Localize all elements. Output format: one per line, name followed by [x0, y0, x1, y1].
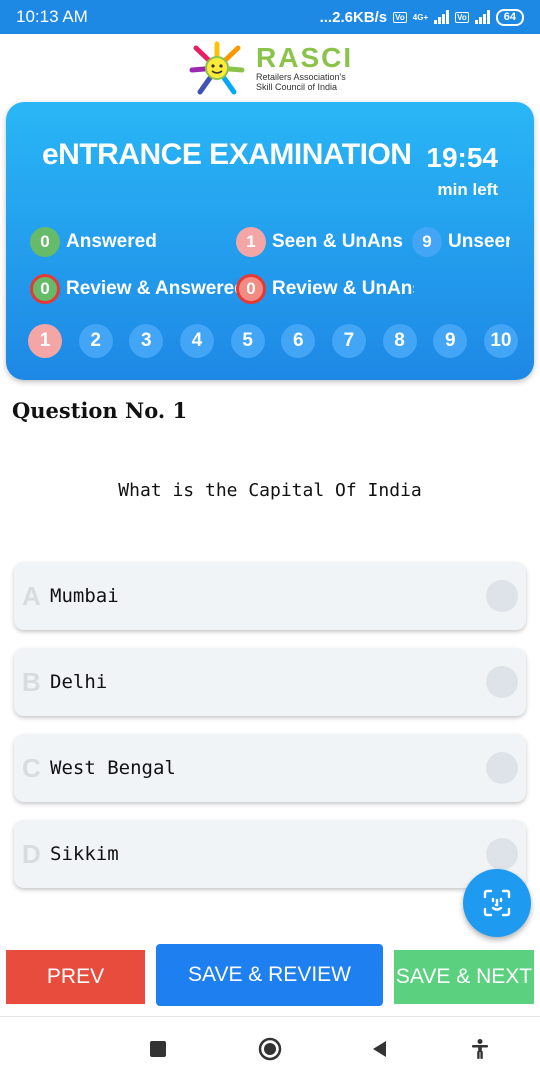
- home-circle-icon: [258, 1037, 282, 1061]
- unseen-count-badge: 9: [412, 227, 442, 257]
- option-a-radio[interactable]: [486, 580, 518, 612]
- review-answered-count-badge: 0: [30, 274, 60, 304]
- question-nav-1[interactable]: 1: [28, 324, 62, 358]
- exam-status-card: eNTRANCE EXAMINATION 19:54 min left 0 An…: [6, 102, 534, 380]
- question-nav-9[interactable]: 9: [433, 324, 468, 358]
- rasci-logo: RASCI Retailers Association's Skill Coun…: [184, 38, 364, 98]
- option-d-radio[interactable]: [486, 838, 518, 870]
- face-scan-icon: [483, 889, 511, 917]
- accessibility-icon: [472, 1039, 488, 1059]
- stat-answered: 0 Answered: [30, 227, 220, 257]
- option-a-letter: A: [22, 580, 41, 611]
- option-c-label: West Bengal: [50, 757, 176, 779]
- review-unans-count-badge: 0: [236, 274, 266, 304]
- volte-icon-2: Vo: [455, 11, 469, 23]
- option-c[interactable]: C West Bengal: [14, 734, 526, 802]
- accessibility-button[interactable]: [468, 1037, 492, 1061]
- answered-count-badge: 0: [30, 227, 60, 257]
- option-c-letter: C: [22, 752, 41, 783]
- logo-name: RASCI: [256, 42, 354, 73]
- stat-seen-unans: 1 Seen & UnAns: [236, 227, 406, 257]
- question-navigator: 1 2 3 4 5 6 7 8 9 10: [28, 324, 518, 358]
- face-scan-button[interactable]: [463, 869, 531, 937]
- question-nav-7[interactable]: 7: [331, 324, 366, 358]
- home-button[interactable]: [258, 1037, 282, 1061]
- logo-line1: Retailers Association's: [256, 72, 346, 82]
- signal-icon-2: [474, 10, 490, 24]
- question-number-title: Question No. 1: [12, 398, 188, 423]
- answered-label: Answered: [66, 231, 157, 252]
- prev-button[interactable]: PREV: [6, 950, 145, 1004]
- option-d-label: Sikkim: [50, 843, 119, 865]
- question-nav-2[interactable]: 2: [78, 324, 113, 358]
- option-a[interactable]: A Mumbai: [14, 562, 526, 630]
- timer: 19:54: [426, 142, 498, 173]
- question-nav-5[interactable]: 5: [230, 324, 265, 358]
- review-unans-label: Review & UnAns: [272, 278, 414, 299]
- back-button[interactable]: [368, 1037, 392, 1061]
- status-icons: ...2.6KB/s Vo 4G+ Vo 64: [319, 8, 524, 26]
- unseen-label: Unseen: [448, 231, 510, 252]
- option-b[interactable]: B Delhi: [14, 648, 526, 716]
- option-d-letter: D: [22, 838, 41, 869]
- back-triangle-icon: [373, 1041, 386, 1057]
- question-nav-3[interactable]: 3: [129, 324, 164, 358]
- option-b-letter: B: [22, 666, 41, 697]
- battery-icon: 64: [495, 8, 524, 26]
- review-answered-label: Review & Answered: [66, 278, 238, 299]
- stat-unseen: 9 Unseen: [412, 227, 510, 257]
- seen-unans-count-badge: 1: [236, 227, 266, 257]
- rasci-logo-mark-icon: [189, 41, 245, 95]
- save-next-button[interactable]: SAVE & NEXT: [394, 950, 534, 1004]
- question-text: What is the Capital Of India: [118, 480, 422, 501]
- option-b-label: Delhi: [50, 671, 108, 693]
- option-d[interactable]: D Sikkim: [14, 820, 526, 888]
- logo-line2: Skill Council of India: [256, 82, 338, 92]
- timer-label: min left: [437, 180, 498, 199]
- option-c-radio[interactable]: [486, 752, 518, 784]
- signal-icon: [434, 10, 450, 24]
- volte-icon: Vo: [393, 11, 407, 23]
- network-type: 4G+: [412, 12, 429, 22]
- status-bar: 10:13 AM ...2.6KB/s Vo 4G+ Vo 64: [0, 0, 540, 34]
- system-nav-bar: [0, 1016, 540, 1080]
- question-nav-8[interactable]: 8: [382, 324, 417, 358]
- status-time: 10:13 AM: [16, 7, 88, 26]
- option-a-label: Mumbai: [50, 585, 119, 607]
- exam-title: eNTRANCE EXAMINATION: [42, 138, 412, 171]
- option-b-radio[interactable]: [486, 666, 518, 698]
- question-nav-4[interactable]: 4: [179, 324, 214, 358]
- save-review-button[interactable]: SAVE & REVIEW: [156, 944, 383, 1006]
- seen-unans-label: Seen & UnAns: [272, 231, 403, 252]
- net-speed: ...2.6KB/s: [319, 8, 388, 26]
- recents-button[interactable]: [146, 1037, 170, 1061]
- question-nav-10[interactable]: 10: [483, 324, 518, 358]
- stat-review-unans: 0 Review & UnAns: [236, 274, 414, 304]
- stat-review-answered: 0 Review & Answered: [30, 274, 238, 304]
- question-nav-6[interactable]: 6: [281, 324, 316, 358]
- recents-square-icon: [150, 1041, 166, 1057]
